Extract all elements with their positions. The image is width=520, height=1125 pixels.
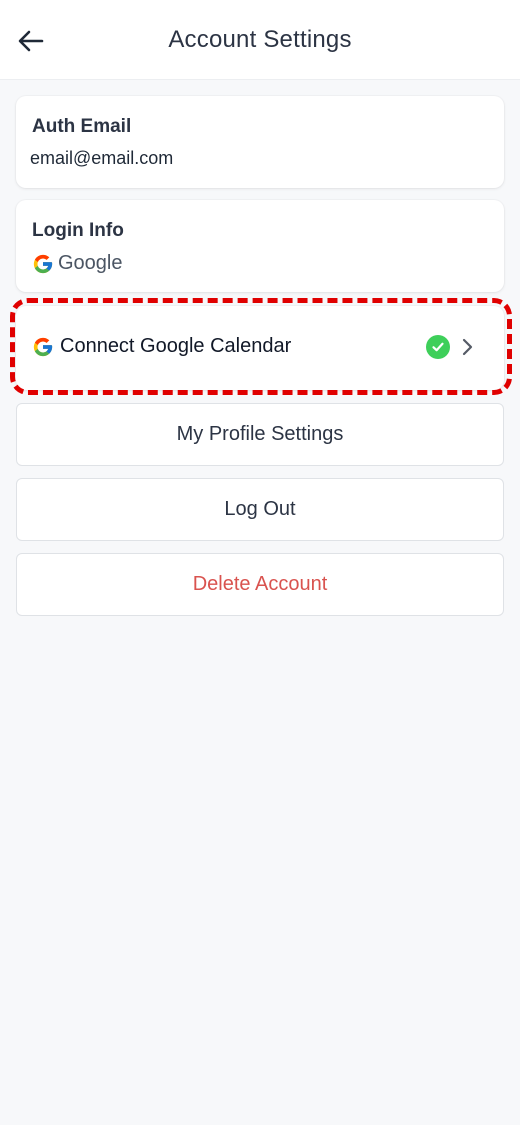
- auth-email-value: email@email.com: [30, 148, 174, 168]
- calendar-row: Connect Google Calendar: [32, 335, 291, 358]
- google-icon: [33, 337, 53, 356]
- delete-account-button[interactable]: Delete Account: [16, 553, 504, 616]
- auth-email-card: Auth Email email@email.com: [16, 96, 504, 188]
- log-out-button[interactable]: Log Out: [16, 478, 504, 541]
- app-header: Account Settings: [0, 0, 520, 80]
- login-info-card: Login Info Google: [16, 200, 504, 292]
- login-provider-name: Google: [58, 252, 123, 274]
- check-circle-icon: [426, 335, 450, 359]
- page-title: Account Settings: [168, 26, 352, 53]
- login-provider: Google: [32, 252, 123, 275]
- auth-email-label: Auth Email: [32, 116, 132, 137]
- google-icon: [33, 254, 53, 273]
- chevron-right-icon: [457, 335, 477, 359]
- login-info-label: Login Info: [32, 220, 124, 241]
- connect-google-calendar-item[interactable]: Connect Google Calendar: [16, 306, 504, 390]
- calendar-label: Connect Google Calendar: [60, 335, 292, 357]
- my-profile-settings-button[interactable]: My Profile Settings: [16, 403, 504, 466]
